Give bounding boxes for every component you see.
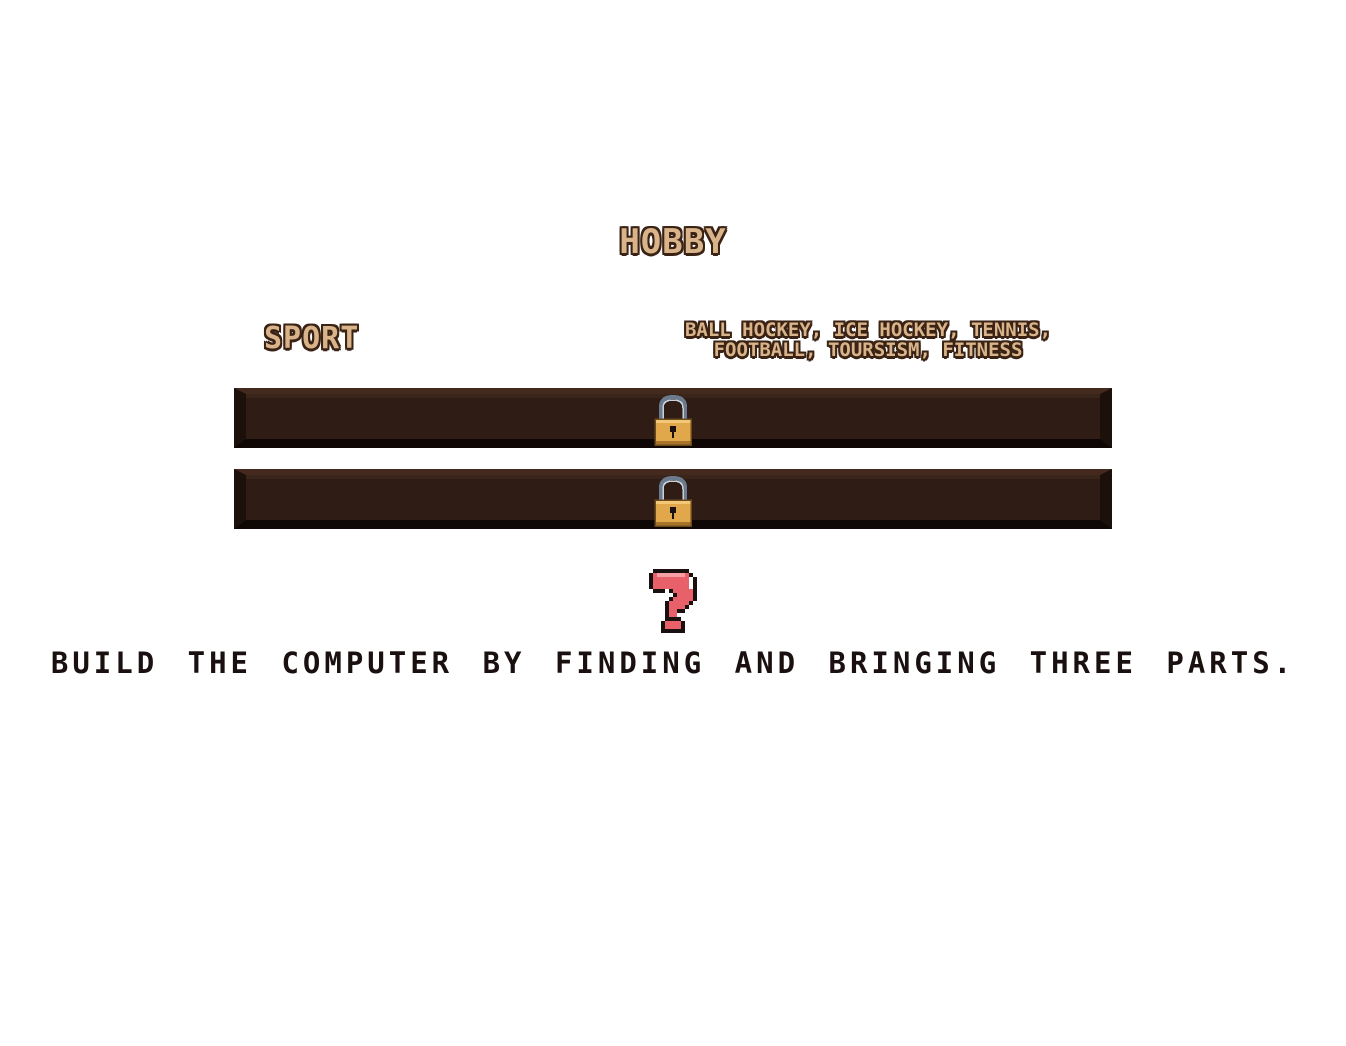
hint-text: BUILD THE COMPUTER BY FINDING AND BRINGI… xyxy=(50,646,1296,680)
category-label: SPORT xyxy=(264,321,360,356)
padlock-icon xyxy=(654,395,692,446)
padlock-icon xyxy=(654,476,692,527)
locked-slot-2[interactable] xyxy=(234,469,1112,529)
locked-slot-1[interactable] xyxy=(234,388,1112,448)
question-mark-icon xyxy=(649,569,697,633)
category-description: BALL HOCKEY, ICE HOCKEY, TENNIS, FOOTBAL… xyxy=(684,319,1052,361)
page-title: HOBBY xyxy=(619,222,727,262)
